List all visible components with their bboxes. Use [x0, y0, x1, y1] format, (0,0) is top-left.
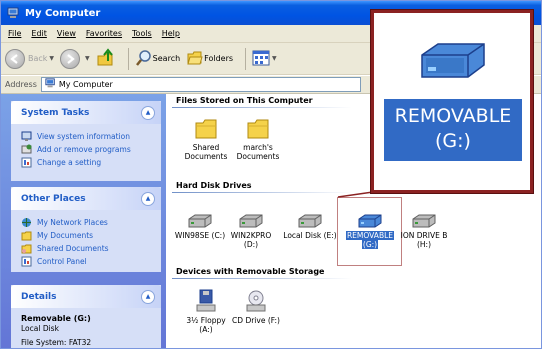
shared-folder-icon [21, 244, 32, 254]
control-panel-icon [21, 256, 32, 267]
group-divider [172, 107, 372, 108]
task-pane: System Tasks ▲ View system information A… [1, 94, 166, 348]
group-files-stored-title: Files Stored on This Computer [176, 96, 313, 105]
place-my-network-places[interactable]: My Network Places [21, 216, 153, 229]
callout-connector [337, 191, 374, 198]
cd-drive-icon [242, 289, 270, 313]
details-header[interactable]: Details ▲ [11, 285, 161, 308]
drive-e[interactable]: Local Disk (E:) [278, 204, 342, 240]
my-computer-icon [7, 7, 20, 20]
menu-edit[interactable]: Edit [27, 29, 53, 38]
address-field[interactable]: My Computer [40, 77, 361, 92]
group-removable-storage-title: Devices with Removable Storage [176, 267, 325, 276]
up-folder-icon [96, 47, 116, 70]
hard-drive-icon [410, 204, 438, 228]
back-button[interactable]: Back ▼ [5, 48, 55, 69]
views-icon [252, 50, 270, 68]
system-tasks-panel: System Tasks ▲ View system information A… [11, 101, 161, 181]
search-icon [135, 49, 153, 69]
folder-marchs-documents[interactable]: march's Documents [226, 116, 290, 161]
hard-drive-icon [237, 204, 265, 228]
chevron-down-icon: ▼ [272, 55, 277, 62]
drive-d[interactable]: WIN2KPRO (D:) [219, 204, 283, 249]
collapse-chevron-icon[interactable]: ▲ [141, 191, 155, 206]
address-label: Address [5, 80, 37, 89]
hard-drive-icon [296, 204, 324, 228]
folders-icon [186, 49, 204, 69]
place-my-documents[interactable]: My Documents [21, 229, 153, 242]
group-hard-disk-drives-title: Hard Disk Drives [176, 181, 252, 190]
toolbar-separator [245, 47, 247, 70]
my-computer-icon [45, 78, 56, 91]
forward-arrow-icon [60, 48, 81, 69]
other-places-header[interactable]: Other Places ▲ [11, 187, 161, 210]
system-info-icon [21, 131, 32, 141]
address-value: My Computer [58, 80, 113, 89]
search-button[interactable]: Search [135, 49, 180, 69]
place-control-panel[interactable]: Control Panel [21, 255, 153, 268]
task-change-setting[interactable]: Change a setting [21, 156, 153, 169]
other-places-panel: Other Places ▲ My Network Places My Docu… [11, 187, 161, 272]
zoom-callout: REMOVABLE (G:) [371, 10, 533, 193]
menu-tools[interactable]: Tools [128, 29, 158, 38]
views-button[interactable]: ▼ [252, 50, 277, 68]
details-drive-name: Removable (G:) [21, 314, 91, 323]
network-places-icon [22, 218, 31, 227]
window-title: My Computer [25, 7, 101, 19]
details-drive-type: Local Disk [21, 324, 59, 333]
group-divider [172, 278, 372, 279]
system-tasks-header[interactable]: System Tasks ▲ [11, 101, 161, 124]
control-panel-icon [21, 157, 32, 168]
toolbar-separator [127, 47, 129, 70]
chevron-down-icon: ▼ [49, 55, 55, 62]
drive-f-cd[interactable]: CD Drive (F:) [224, 289, 288, 325]
chevron-down-icon: ▼ [85, 55, 90, 62]
up-folder-button[interactable] [96, 47, 116, 70]
floppy-drive-icon [192, 289, 220, 313]
menu-view[interactable]: View [53, 29, 82, 38]
details-panel: Details ▲ Removable (G:) Local Disk File… [11, 285, 161, 348]
folders-button[interactable]: Folders [186, 49, 233, 69]
explorer-window: My Computer File Edit View Favorites Too… [0, 0, 542, 349]
my-documents-icon [21, 231, 32, 241]
drive-h[interactable]: ION DRIVE B (H:) [392, 204, 456, 249]
place-shared-documents[interactable]: Shared Documents [21, 242, 153, 255]
folder-icon [244, 116, 272, 140]
zoom-label: REMOVABLE (G:) [384, 99, 522, 161]
forward-button[interactable]: ▼ [60, 48, 90, 69]
details-file-system: File System: FAT32 [21, 338, 92, 347]
add-remove-icon [21, 144, 32, 154]
menu-file[interactable]: File [4, 29, 27, 38]
collapse-chevron-icon[interactable]: ▲ [141, 105, 155, 120]
removable-drive-icon [421, 43, 485, 78]
task-add-remove-programs[interactable]: Add or remove programs [21, 143, 153, 156]
collapse-chevron-icon[interactable]: ▲ [141, 289, 155, 304]
hard-drive-icon [186, 204, 214, 228]
menu-favorites[interactable]: Favorites [82, 29, 128, 38]
task-view-system-info[interactable]: View system information [21, 130, 153, 143]
menu-help[interactable]: Help [158, 29, 186, 38]
back-arrow-icon [5, 48, 25, 69]
folder-icon [192, 116, 220, 140]
